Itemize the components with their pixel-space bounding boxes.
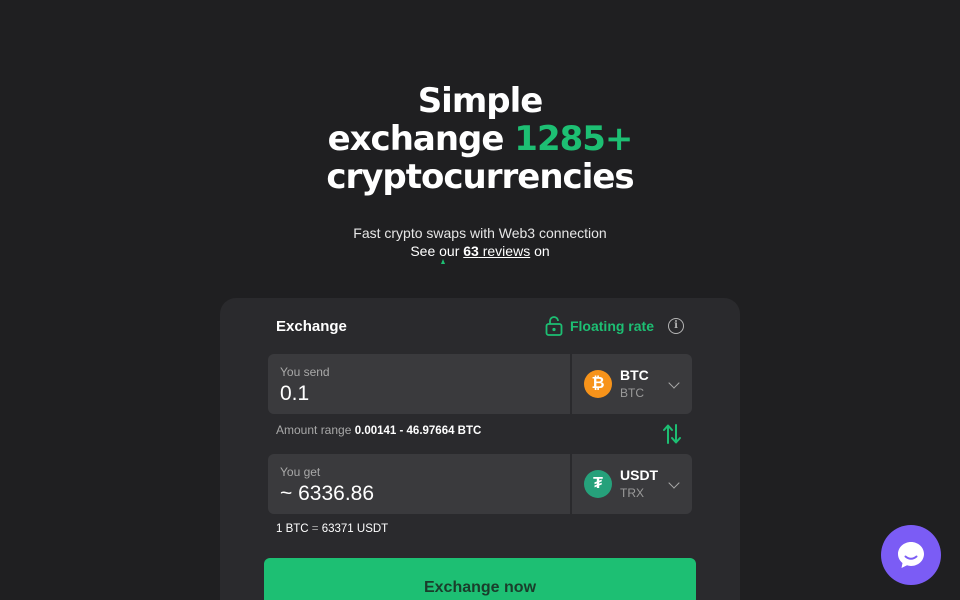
rate-right: 63371 USDT: [321, 523, 389, 535]
amount-range: Amount range 0.00141 - 46.97664 BTC: [276, 423, 481, 437]
get-currency-text: USDT TRX: [620, 467, 658, 501]
chevron-down-icon: [668, 477, 680, 489]
exchange-rate-line: 1 BTC = 63371 USDT: [276, 523, 388, 535]
get-amount-value: ~ 6336.86: [280, 482, 375, 505]
reviews-line: See our 63 reviews on: [0, 242, 960, 260]
send-row: You send ₿ BTC BTC: [268, 354, 692, 414]
reviews-count: 63: [463, 243, 479, 259]
send-currency-select[interactable]: ₿ BTC BTC: [572, 354, 692, 414]
trustpilot-star-icon: [441, 259, 445, 264]
chevron-down-icon: [668, 377, 680, 389]
rate-eq: =: [311, 523, 319, 535]
exchange-card-header: Exchange Floating rate i: [276, 316, 684, 336]
info-icon[interactable]: i: [668, 318, 684, 334]
send-label: You send: [280, 365, 330, 379]
exchange-card: Exchange Floating rate i You send ₿ BTC …: [220, 298, 740, 600]
hero-section: Simple exchange 1285+ cryptocurrencies F…: [0, 82, 960, 260]
send-currency-code: BTC: [620, 367, 649, 383]
amount-range-value: 0.00141 - 46.97664 BTC: [354, 425, 482, 437]
exchange-title: Exchange: [276, 317, 347, 335]
hero-subtitle: Fast crypto swaps with Web3 connection: [353, 225, 607, 241]
get-field: You get ~ 6336.86: [268, 454, 570, 514]
chat-bubble-icon: [898, 542, 924, 568]
get-currency-select[interactable]: ₮ USDT TRX: [572, 454, 692, 514]
hero-title: Simple exchange 1285+ cryptocurrencies: [0, 82, 960, 196]
tether-icon: ₮: [584, 470, 612, 498]
reviews-suffix: on: [530, 243, 550, 259]
amount-range-label: Amount range: [276, 423, 352, 437]
send-currency-network: BTC: [620, 386, 644, 400]
hero-title-line3: cryptocurrencies: [326, 157, 634, 197]
unlock-icon: [545, 316, 563, 336]
floating-rate-label: Floating rate: [569, 318, 654, 334]
floating-rate-toggle[interactable]: Floating rate i: [544, 315, 684, 337]
get-row: You get ~ 6336.86 ₮ USDT TRX: [268, 454, 692, 514]
reviews-link[interactable]: 63 reviews: [463, 243, 530, 259]
swap-arrows-icon: [663, 424, 681, 444]
get-label: You get: [280, 465, 321, 479]
swap-button[interactable]: [661, 422, 683, 446]
get-currency-network: TRX: [620, 486, 644, 500]
send-field[interactable]: You send: [268, 354, 570, 414]
send-currency-text: BTC BTC: [620, 367, 649, 401]
reviews-prefix: See our: [410, 243, 464, 259]
chat-button[interactable]: [881, 525, 941, 585]
hero-title-line1: Simple: [417, 81, 544, 121]
hero-title-count: 1285+: [514, 119, 633, 159]
send-amount-input[interactable]: [280, 381, 558, 407]
rate-left: 1 BTC: [276, 523, 309, 535]
exchange-now-button[interactable]: Exchange now: [264, 558, 696, 600]
reviews-word: reviews: [478, 243, 531, 259]
hero-title-line2-prefix: exchange: [327, 119, 515, 159]
get-currency-code: USDT: [620, 467, 659, 483]
bitcoin-icon: ₿: [584, 370, 612, 398]
